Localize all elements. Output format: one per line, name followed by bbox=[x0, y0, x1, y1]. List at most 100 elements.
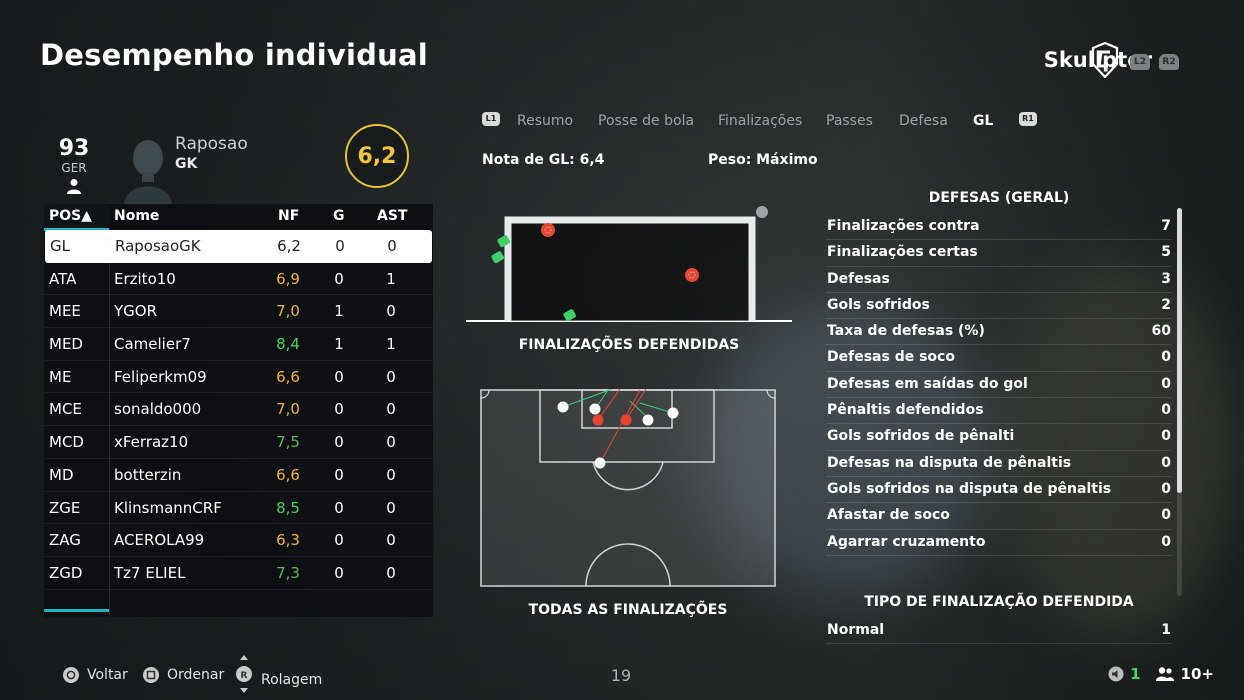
table-row[interactable]: ME Feliperkm09 6,6 0 0 bbox=[44, 361, 433, 394]
tab-gl[interactable]: GL bbox=[973, 113, 993, 129]
r2-button-icon[interactable]: R2 bbox=[1159, 54, 1179, 70]
row-pos: ME bbox=[49, 367, 72, 386]
row-ast: 0 bbox=[386, 433, 396, 452]
header-nf[interactable]: NF bbox=[278, 208, 299, 224]
shot-marker bbox=[594, 457, 606, 469]
row-pos: ATA bbox=[49, 269, 77, 288]
row-g: 0 bbox=[334, 465, 344, 484]
header-pos[interactable]: POS▲ bbox=[49, 208, 92, 224]
stat-value: 60 bbox=[1151, 323, 1171, 340]
header-ast[interactable]: AST bbox=[377, 208, 407, 224]
right-stick-icon: R bbox=[236, 655, 252, 693]
table-row[interactable]: MEE YGOR 7,0 1 0 bbox=[44, 295, 433, 329]
stat-value: 5 bbox=[1161, 244, 1171, 261]
row-g: 0 bbox=[334, 433, 344, 452]
row-pos: MED bbox=[49, 335, 83, 354]
row-g: 1 bbox=[334, 335, 344, 354]
stats-scrollbar[interactable] bbox=[1177, 208, 1182, 596]
goal-shot-marker bbox=[592, 414, 604, 426]
scroll-hint[interactable]: R Rolagem bbox=[235, 655, 322, 693]
row-g: 0 bbox=[335, 237, 345, 255]
pos-column-footer bbox=[44, 609, 109, 612]
stat-value: 0 bbox=[1161, 428, 1171, 445]
sort-label: Ordenar bbox=[167, 667, 225, 683]
table-row[interactable]: GL RaposaoGK 6,2 0 0 bbox=[45, 230, 432, 263]
tab-posse-de-bola[interactable]: Posse de bola bbox=[598, 113, 694, 129]
r1-button-icon[interactable]: R1 bbox=[1019, 112, 1037, 126]
row-name: xFerraz10 bbox=[114, 433, 189, 452]
back-hint[interactable]: Voltar bbox=[63, 667, 128, 683]
goal-marker bbox=[541, 223, 555, 237]
row-ast: 0 bbox=[386, 400, 396, 419]
stats-list: Finalizações contra 7 Finalizações certas 5… bbox=[826, 214, 1172, 556]
tab-passes[interactable]: Passes bbox=[826, 113, 873, 129]
table-row[interactable]: ZGE KlinsmannCRF 8,5 0 0 bbox=[44, 492, 433, 525]
tab-defesa[interactable]: Defesa bbox=[899, 113, 948, 129]
row-ast: 0 bbox=[386, 498, 396, 517]
l2-button-icon[interactable]: L2 bbox=[1130, 54, 1150, 70]
row-nf: 7,0 bbox=[276, 302, 300, 321]
table-row[interactable]: ATA Erzito10 6,9 0 1 bbox=[44, 263, 433, 296]
stat-row: Gols sofridos 2 bbox=[826, 293, 1172, 320]
right-stick-label: R bbox=[241, 671, 248, 681]
stat-row: Afastar de soco 0 bbox=[826, 503, 1172, 530]
circle-button-icon bbox=[63, 667, 79, 683]
table-row[interactable]: MCD xFerraz10 7,5 0 0 bbox=[44, 426, 433, 459]
row-ast: 0 bbox=[386, 367, 396, 386]
header-g[interactable]: G bbox=[333, 208, 345, 224]
table-row[interactable]: ZAG ACEROLA99 6,3 0 0 bbox=[44, 524, 433, 557]
row-g: 0 bbox=[334, 498, 344, 517]
l1-button-icon[interactable]: L1 bbox=[482, 112, 500, 126]
stat-label: Defesas bbox=[827, 270, 890, 287]
stat-label: Gols sofridos bbox=[827, 296, 930, 313]
voice-count: 1 bbox=[1130, 665, 1141, 683]
tab-finalizacoes[interactable]: Finalizações bbox=[718, 113, 802, 129]
row-ast: 0 bbox=[386, 531, 396, 550]
row-nf: 7,3 bbox=[276, 563, 300, 582]
stat-label: Gols sofridos na disputa de pênaltis bbox=[827, 480, 1112, 497]
row-pos: MD bbox=[49, 465, 74, 484]
footer-status: 1 10+ bbox=[1108, 665, 1214, 683]
row-pos: GL bbox=[50, 237, 70, 255]
row-pos: ZGE bbox=[49, 498, 81, 517]
table-header: POS▲ Nome NF G AST bbox=[44, 204, 433, 231]
player-position: GK bbox=[175, 156, 198, 172]
stat-label: Taxa de defesas (%) bbox=[827, 323, 985, 340]
stat-label: Finalizações certas bbox=[827, 244, 978, 261]
stats-scrollbar-thumb[interactable] bbox=[1177, 208, 1182, 493]
sort-hint[interactable]: Ordenar bbox=[143, 667, 224, 683]
row-name: Camelier7 bbox=[114, 335, 191, 354]
row-nf: 6,3 bbox=[276, 531, 300, 550]
shot-trajectory bbox=[597, 389, 621, 421]
goal-shot-marker bbox=[620, 414, 632, 426]
stat-row: Normal 1 bbox=[826, 618, 1172, 645]
row-g: 0 bbox=[334, 400, 344, 419]
corner-arc bbox=[766, 389, 776, 399]
stat-label: Pênaltis defendidos bbox=[827, 402, 984, 419]
players-table: POS▲ Nome NF G AST GL RaposaoGK 6,2 0 0 ATA Er… bbox=[44, 204, 433, 617]
header-name[interactable]: Nome bbox=[114, 208, 159, 224]
page-number: 19 bbox=[610, 666, 632, 685]
tab-resumo[interactable]: Resumo bbox=[517, 113, 573, 129]
row-g: 1 bbox=[334, 302, 344, 321]
row-name: sonaldo000 bbox=[114, 400, 202, 419]
goal-marker bbox=[685, 268, 699, 282]
stats-section-title: DEFESAS (GERAL) bbox=[928, 190, 1070, 206]
row-name: YGOR bbox=[114, 302, 158, 321]
row-pos: ZGD bbox=[49, 563, 83, 582]
stat-value: 2 bbox=[1161, 296, 1171, 313]
stat-row: Finalizações contra 7 bbox=[826, 214, 1172, 241]
stat-row: Defesas 3 bbox=[826, 267, 1172, 293]
table-row[interactable]: MCE sonaldo000 7,0 0 0 bbox=[44, 393, 433, 427]
stat-row: Agarrar cruzamento 0 bbox=[826, 530, 1172, 556]
table-row[interactable]: MD botterzin 6,6 0 0 bbox=[44, 459, 433, 492]
stat-value: 0 bbox=[1161, 533, 1171, 550]
table-row[interactable]: MED Camelier7 8,4 1 1 bbox=[44, 328, 433, 361]
stat-row: Defesas em saídas do gol 0 bbox=[826, 372, 1172, 399]
square-button-icon bbox=[143, 667, 159, 683]
row-g: 0 bbox=[334, 531, 344, 550]
overall-label: GER bbox=[61, 161, 87, 175]
stat-label: Defesas de soco bbox=[827, 349, 955, 366]
stat-label: Agarrar cruzamento bbox=[827, 533, 986, 550]
table-row[interactable]: ZGD Tz7 ELIEL 7,3 0 0 bbox=[44, 557, 433, 590]
